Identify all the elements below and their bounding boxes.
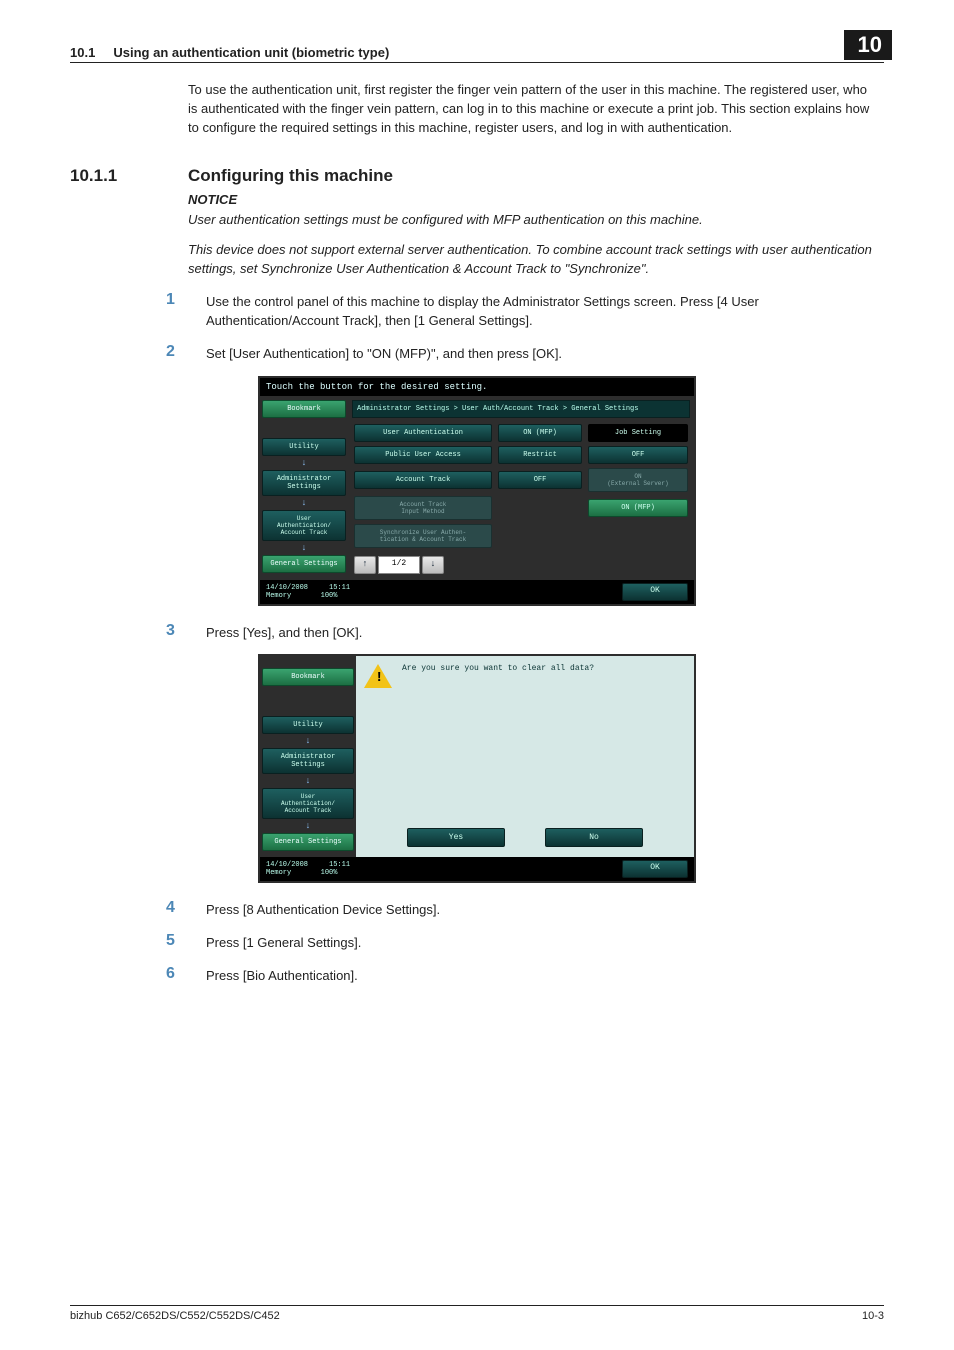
sync-user-auth-button: Synchronize User Authen- tication & Acco… <box>354 524 492 548</box>
step-6: 6 Press [Bio Authentication]. <box>166 965 884 986</box>
sidebar-admin-settings[interactable]: Administrator Settings <box>262 470 346 496</box>
intro-paragraph: To use the authentication unit, first re… <box>188 81 874 138</box>
running-header: 10.1 Using an authentication unit (biome… <box>70 30 884 63</box>
arrow-down-icon: ↓ <box>262 777 354 785</box>
ok-button[interactable]: OK <box>622 583 688 601</box>
step-5-text: Press [1 General Settings]. <box>206 932 884 953</box>
sidebar-utility[interactable]: Utility <box>262 438 346 456</box>
job-setting-label: Job Setting <box>588 424 688 442</box>
arrow-down-icon: ↓ <box>262 544 346 552</box>
step-5-num: 5 <box>166 932 206 953</box>
notice-line2: This device does not support external se… <box>188 241 884 279</box>
yes-button[interactable]: Yes <box>407 828 505 847</box>
step-1-text: Use the control panel of this machine to… <box>206 291 884 331</box>
step-6-text: Press [Bio Authentication]. <box>206 965 884 986</box>
footer-mem-label: Memory <box>266 592 291 600</box>
arrow-down-icon: ↓ <box>262 737 354 745</box>
mfp2-footer: 14/10/2008 15:11 Memory 100% OK <box>260 857 694 881</box>
mfp2-sidebar: Bookmark Utility ↓ Administrator Setting… <box>260 656 356 857</box>
subheading-num: 10.1.1 <box>70 166 188 186</box>
account-track-input-button: Account Track Input Method <box>354 496 492 520</box>
notice-line1: User authentication settings must be con… <box>188 211 884 230</box>
step-6-num: 6 <box>166 965 206 986</box>
sidebar-user-auth-track[interactable]: User Authentication/ Account Track <box>262 510 346 541</box>
step-3: 3 Press [Yes], and then [OK]. <box>166 622 884 643</box>
page-up-button[interactable]: ↑ <box>354 556 376 574</box>
step-3-num: 3 <box>166 622 206 643</box>
step-1: 1 Use the control panel of this machine … <box>166 291 884 331</box>
public-user-value: Restrict <box>498 446 582 464</box>
footer-date: 14/10/2008 <box>266 584 308 592</box>
warning-icon: ! <box>364 664 392 688</box>
user-auth-value: ON (MFP) <box>498 424 582 442</box>
notice-label: NOTICE <box>188 192 884 207</box>
footer-date: 14/10/2008 <box>266 861 308 869</box>
header-section: 10.1 Using an authentication unit (biome… <box>70 45 844 60</box>
arrow-down-icon: ↓ <box>262 459 346 467</box>
job-setting-on-ext: ON (External Server) <box>588 468 688 492</box>
account-track-button[interactable]: Account Track <box>354 471 492 489</box>
footer-model: bizhub C652/C652DS/C552/C552DS/C452 <box>70 1310 280 1322</box>
mfp1-footer: 14/10/2008 15:11 Memory 100% OK <box>260 580 694 604</box>
header-section-title: Using an authentication unit (biometric … <box>113 45 389 60</box>
header-section-num: 10.1 <box>70 45 95 60</box>
sidebar-user-auth-track[interactable]: User Authentication/ Account Track <box>262 788 354 819</box>
warning-text: Are you sure you want to clear all data? <box>402 664 594 673</box>
step-2-num: 2 <box>166 343 206 364</box>
step-2: 2 Set [User Authentication] to "ON (MFP)… <box>166 343 884 364</box>
step-4: 4 Press [8 Authentication Device Setting… <box>166 899 884 920</box>
ok-button[interactable]: OK <box>622 860 688 878</box>
yes-no-row: Yes No <box>356 828 694 847</box>
mfp-screen-confirm-clear: Bookmark Utility ↓ Administrator Setting… <box>258 654 696 883</box>
mfp2-main: ! Are you sure you want to clear all dat… <box>356 656 694 857</box>
mfp1-sidebar: Bookmark Utility ↓ Administrator Setting… <box>260 396 348 580</box>
job-setting-on-mfp[interactable]: ON (MFP) <box>588 499 688 517</box>
step-5: 5 Press [1 General Settings]. <box>166 932 884 953</box>
sidebar-utility[interactable]: Utility <box>262 716 354 734</box>
sidebar-admin-settings[interactable]: Administrator Settings <box>262 748 354 774</box>
footer-time: 15:11 <box>329 584 350 592</box>
arrow-down-icon: ↓ <box>262 499 346 507</box>
mfp-screen-general-settings: Touch the button for the desired setting… <box>258 376 696 606</box>
mfp1-main: Administrator Settings > User Auth/Accou… <box>348 396 694 580</box>
step-1-num: 1 <box>166 291 206 331</box>
page-indicator: 1/2 <box>378 556 420 574</box>
sidebar-general-settings[interactable]: General Settings <box>262 833 354 851</box>
footer-datetime: 14/10/2008 15:11 Memory 100% <box>266 584 350 600</box>
step-2-text: Set [User Authentication] to "ON (MFP)",… <box>206 343 884 364</box>
job-setting-off[interactable]: OFF <box>588 446 688 464</box>
subheading-title: Configuring this machine <box>188 166 393 186</box>
footer-datetime: 14/10/2008 15:11 Memory 100% <box>266 861 350 877</box>
no-button[interactable]: No <box>545 828 643 847</box>
subheading: 10.1.1 Configuring this machine <box>70 166 884 186</box>
footer-time: 15:11 <box>329 861 350 869</box>
step-3-text: Press [Yes], and then [OK]. <box>206 622 884 643</box>
page-down-button[interactable]: ↓ <box>422 556 444 574</box>
sidebar-general-settings[interactable]: General Settings <box>262 555 346 573</box>
page-footer: bizhub C652/C652DS/C552/C552DS/C452 10-3 <box>70 1305 884 1322</box>
step-4-num: 4 <box>166 899 206 920</box>
step-4-text: Press [8 Authentication Device Settings]… <box>206 899 884 920</box>
public-user-access-button[interactable]: Public User Access <box>354 446 492 464</box>
sidebar-bookmark[interactable]: Bookmark <box>262 668 354 686</box>
mfp1-breadcrumb: Administrator Settings > User Auth/Accou… <box>352 400 690 418</box>
footer-mem-label: Memory <box>266 869 291 877</box>
account-track-value: OFF <box>498 471 582 489</box>
footer-mem-pct: 100% <box>321 869 338 877</box>
footer-mem-pct: 100% <box>321 592 338 600</box>
mfp1-pager: ↑ 1/2 ↓ <box>354 556 688 574</box>
user-auth-button[interactable]: User Authentication <box>354 424 492 442</box>
sidebar-bookmark[interactable]: Bookmark <box>262 400 346 418</box>
mfp1-topbar: Touch the button for the desired setting… <box>260 378 694 396</box>
arrow-down-icon: ↓ <box>262 822 354 830</box>
chapter-number-box: 10 <box>844 30 892 60</box>
footer-page-num: 10-3 <box>862 1310 884 1322</box>
